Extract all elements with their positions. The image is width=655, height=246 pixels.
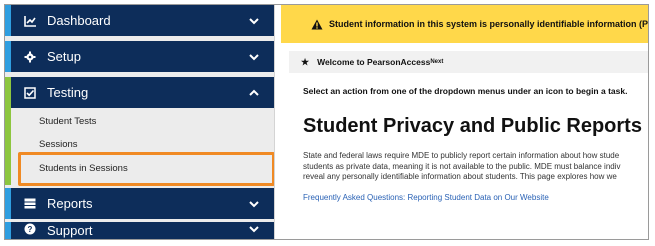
banner-text: Student information in this system is pe…: [329, 19, 649, 29]
checkbox-icon: [23, 86, 37, 99]
question-circle-icon: ?: [23, 223, 37, 235]
welcome-text: Welcome to PearsonAccess: [317, 57, 431, 67]
paragraph-line: reveal any personally identifiable infor…: [303, 172, 617, 181]
pii-warning-banner: Student information in this system is pe…: [281, 5, 649, 43]
sidebar-divider: [274, 5, 275, 239]
chart-line-icon: [23, 15, 37, 27]
faq-link[interactable]: Frequently Asked Questions: Reporting St…: [303, 193, 549, 202]
star-icon: ★: [301, 56, 310, 67]
intro-paragraph: State and federal laws require MDE to pu…: [303, 151, 648, 183]
highlight-box: [18, 152, 275, 186]
chevron-down-icon[interactable]: [248, 223, 260, 235]
main-content: Student information in this system is pe…: [281, 5, 649, 239]
svg-text:?: ?: [28, 225, 33, 234]
nav-setup-label: Setup: [47, 49, 81, 64]
paragraph-line: State and federal laws require MDE to pu…: [303, 151, 620, 160]
gear-icon: [23, 51, 37, 63]
report-list-icon: [23, 198, 37, 209]
paragraph-line: students as private data, meaning it is …: [303, 161, 621, 171]
nav-dashboard-label: Dashboard: [47, 13, 111, 28]
nav-testing-label: Testing: [47, 85, 89, 100]
nav-dashboard[interactable]: Dashboard: [5, 5, 274, 36]
chevron-down-icon[interactable]: [248, 15, 260, 27]
submenu-sessions[interactable]: Sessions: [39, 139, 78, 150]
page-title: Student Privacy and Public Reports: [303, 115, 642, 137]
submenu-student-tests[interactable]: Student Tests: [39, 116, 96, 127]
instruction-text: Select an action from one of the dropdow…: [303, 86, 628, 96]
nav-testing[interactable]: Testing: [5, 77, 274, 108]
chevron-down-icon[interactable]: [248, 51, 260, 63]
sidebar: Dashboard Setup Testing Student Tests Se…: [5, 5, 275, 239]
chevron-up-icon[interactable]: [248, 87, 260, 99]
welcome-superscript: Next: [430, 59, 444, 65]
chevron-down-icon[interactable]: [248, 198, 260, 210]
app-frame: Dashboard Setup Testing Student Tests Se…: [4, 4, 649, 240]
nav-support-label: Support: [47, 223, 93, 238]
welcome-bar: ★ Welcome to PearsonAccess Next: [289, 51, 648, 73]
nav-reports-label: Reports: [47, 196, 93, 211]
nav-support[interactable]: ? Support: [5, 222, 274, 239]
nav-reports[interactable]: Reports: [5, 188, 274, 219]
warning-icon: [311, 19, 323, 30]
nav-setup[interactable]: Setup: [5, 41, 274, 72]
